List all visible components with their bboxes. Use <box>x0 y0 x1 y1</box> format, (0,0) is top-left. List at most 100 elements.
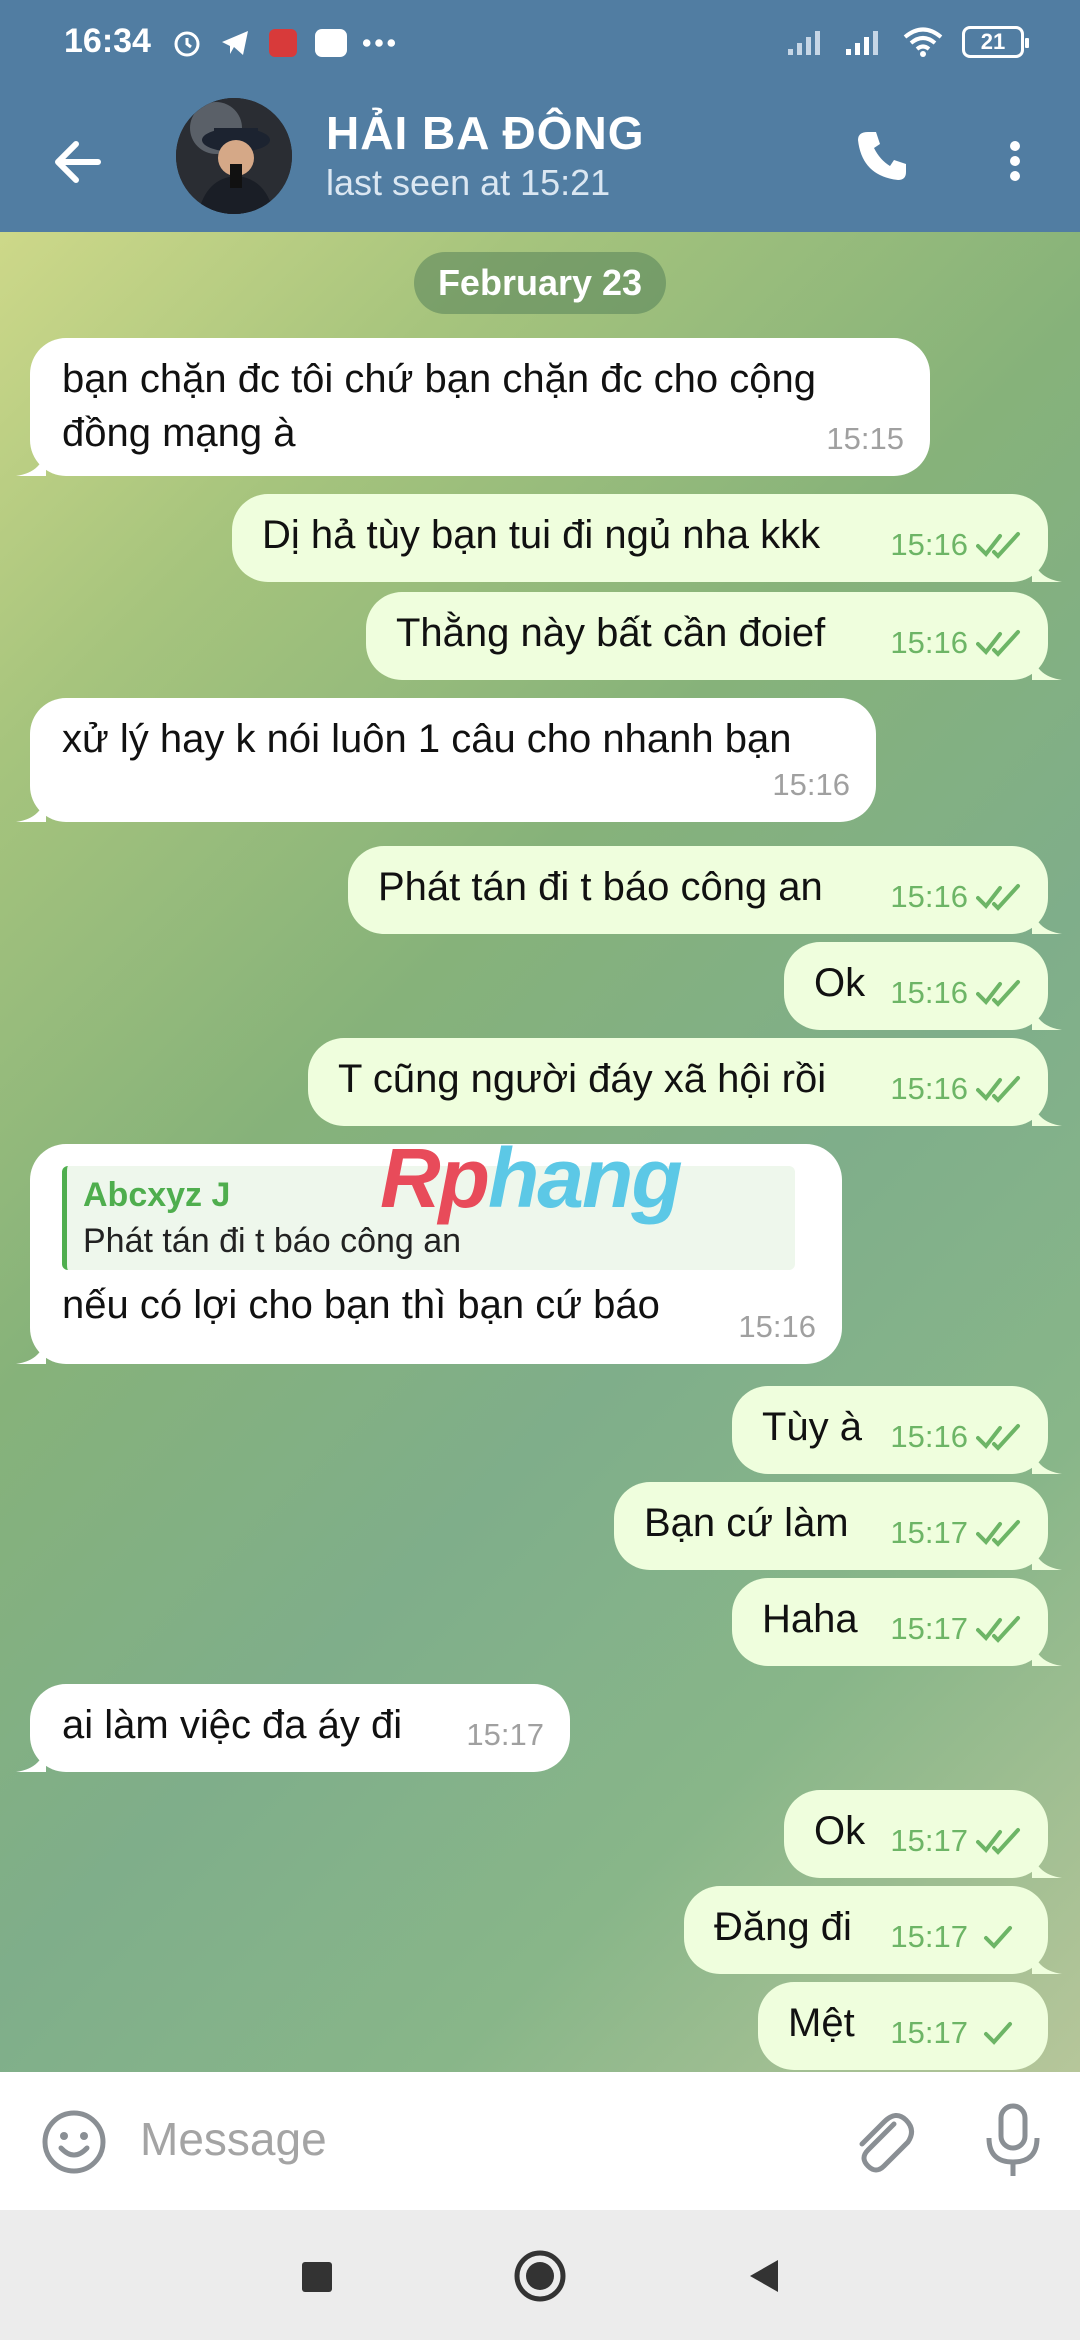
message-input[interactable]: Message <box>140 2112 327 2166</box>
message-outgoing[interactable]: Tùy à 15:16 <box>732 1386 1062 1474</box>
back-button[interactable] <box>48 132 108 192</box>
message-meta: 15:17 <box>890 2006 1022 2060</box>
message-outgoing[interactable]: T cũng người đáy xã hội rồi 15:16 <box>308 1038 1062 1126</box>
alarm-icon <box>170 26 204 60</box>
bubble-tail <box>1032 552 1062 582</box>
circle-icon <box>514 2250 566 2302</box>
read-double-check-icon <box>976 1424 1020 1451</box>
message-meta: 15:16 <box>772 758 850 812</box>
triangle-back-icon <box>750 2260 778 2292</box>
app-red-icon <box>266 26 300 60</box>
message-outgoing[interactable]: Bạn cứ làm 15:17 <box>614 1482 1062 1570</box>
message-meta: 15:16 <box>890 518 1022 572</box>
message-meta: 15:16 <box>890 1410 1022 1464</box>
watermark-part1: Rp <box>380 1131 490 1225</box>
message-outgoing[interactable]: Thằng này bất cần đoief 15:16 <box>366 592 1062 680</box>
message-time: 15:16 <box>890 1071 968 1106</box>
message-meta: 15:17 <box>890 1506 1022 1560</box>
message-time: 15:17 <box>890 1611 968 1646</box>
chat-area[interactable]: February 23 bạn chặn đc tôi chứ bạn chặn… <box>0 232 1080 2072</box>
message-meta: 15:16 <box>738 1300 816 1354</box>
message-time: 15:16 <box>738 1309 816 1344</box>
message-meta: 15:16 <box>890 870 1022 924</box>
message-meta: 15:17 <box>890 1602 1022 1656</box>
message-time: 15:16 <box>890 879 968 914</box>
bubble-tail <box>1032 1944 1062 1974</box>
status-bar: 16:34 21 <box>0 0 1080 96</box>
system-navigation-bar <box>0 2210 1080 2340</box>
call-button[interactable] <box>852 126 922 196</box>
read-double-check-icon <box>976 1076 1020 1103</box>
telegram-icon <box>218 26 252 60</box>
message-outgoing[interactable]: Haha 15:17 <box>732 1578 1062 1666</box>
bubble-tail <box>16 446 46 476</box>
profile-photo <box>176 98 292 214</box>
bubble-tail <box>1032 1444 1062 1474</box>
message-outgoing[interactable]: Dị hả tùy bạn tui đi ngủ nha kkk 15:16 <box>232 494 1062 582</box>
bubble-tail <box>1032 1096 1062 1126</box>
read-double-check-icon <box>976 884 1020 911</box>
emoji-button[interactable] <box>40 2108 108 2176</box>
message-incoming[interactable]: bạn chặn đc tôi chứ bạn chặn đc cho cộng… <box>16 338 930 476</box>
read-double-check-icon <box>976 1616 1020 1643</box>
avatar[interactable] <box>176 98 292 214</box>
message-outgoing[interactable]: Ok 15:16 <box>784 942 1062 1030</box>
message-time: 15:16 <box>890 975 968 1010</box>
message-time: 15:16 <box>890 625 968 660</box>
back-nav-button[interactable] <box>736 2248 792 2304</box>
system-status: 21 <box>786 26 1029 58</box>
bubble-tail <box>1032 1540 1062 1570</box>
phone-icon <box>858 132 906 180</box>
message-time: 15:15 <box>826 421 904 456</box>
date-separator: February 23 <box>414 252 666 314</box>
message-meta: 15:17 <box>466 1708 544 1762</box>
zalo-icon <box>314 26 348 60</box>
message-meta: 15:16 <box>890 616 1022 670</box>
status-time: 16:34 <box>64 22 151 60</box>
last-seen-status: last seen at 15:21 <box>326 162 611 203</box>
voice-record-button[interactable] <box>980 2102 1046 2178</box>
bubble-tail <box>1032 1000 1062 1030</box>
message-composer: Message <box>0 2072 1080 2210</box>
more-options-button[interactable] <box>1000 126 1030 196</box>
message-outgoing[interactable]: Đăng đi 15:17 <box>684 1886 1062 1974</box>
battery-indicator: 21 <box>962 26 1029 58</box>
recents-button[interactable] <box>288 2248 344 2304</box>
chat-title[interactable]: HẢI BA ĐÔNG <box>326 106 645 160</box>
message-time: 15:17 <box>890 2015 968 2050</box>
message-time: 15:17 <box>890 1823 968 1858</box>
read-double-check-icon <box>976 1520 1020 1547</box>
bubble-tail <box>1032 1636 1062 1666</box>
bubble-tail <box>16 792 46 822</box>
message-incoming[interactable]: xử lý hay k nói luôn 1 câu cho nhanh bạn… <box>16 698 876 822</box>
message-meta: 15:17 <box>890 1910 1022 1964</box>
message-time: 15:16 <box>772 767 850 802</box>
smiley-icon <box>42 2110 106 2174</box>
bubble-tail <box>16 1742 46 1772</box>
message-time: 15:17 <box>890 1515 968 1550</box>
bubble-tail <box>16 1334 46 1364</box>
message-time: 15:16 <box>890 527 968 562</box>
back-arrow-icon <box>55 141 101 183</box>
message-outgoing[interactable]: Ok 15:17 <box>784 1790 1062 1878</box>
signal-icon-2 <box>846 31 878 55</box>
message-text: xử lý hay k nói luôn 1 câu cho nhanh bạn <box>62 717 792 761</box>
message-outgoing[interactable]: Phát tán đi t báo công an 15:16 <box>348 846 1062 934</box>
message-outgoing[interactable]: Mệt 15:17 <box>758 1982 1048 2070</box>
message-time: 15:16 <box>890 1419 968 1454</box>
message-incoming[interactable]: ai làm việc đa áy đi 15:17 <box>16 1684 570 1772</box>
wifi-icon <box>903 27 943 57</box>
paperclip-icon <box>859 2113 914 2173</box>
message-meta: 15:16 <box>890 966 1022 1020</box>
home-button[interactable] <box>512 2248 568 2304</box>
square-icon <box>302 2262 332 2292</box>
bubble-tail <box>1032 1848 1062 1878</box>
more-notifications-icon <box>362 26 396 60</box>
bubble-tail <box>1032 904 1062 934</box>
read-double-check-icon <box>976 630 1020 657</box>
read-double-check-icon <box>976 980 1020 1007</box>
message-meta: 15:17 <box>890 1814 1022 1868</box>
attach-button[interactable] <box>848 2106 918 2176</box>
message-text: nếu có lợi cho bạn thì bạn cứ báo <box>62 1283 660 1327</box>
sent-check-icon <box>984 2022 1012 2045</box>
